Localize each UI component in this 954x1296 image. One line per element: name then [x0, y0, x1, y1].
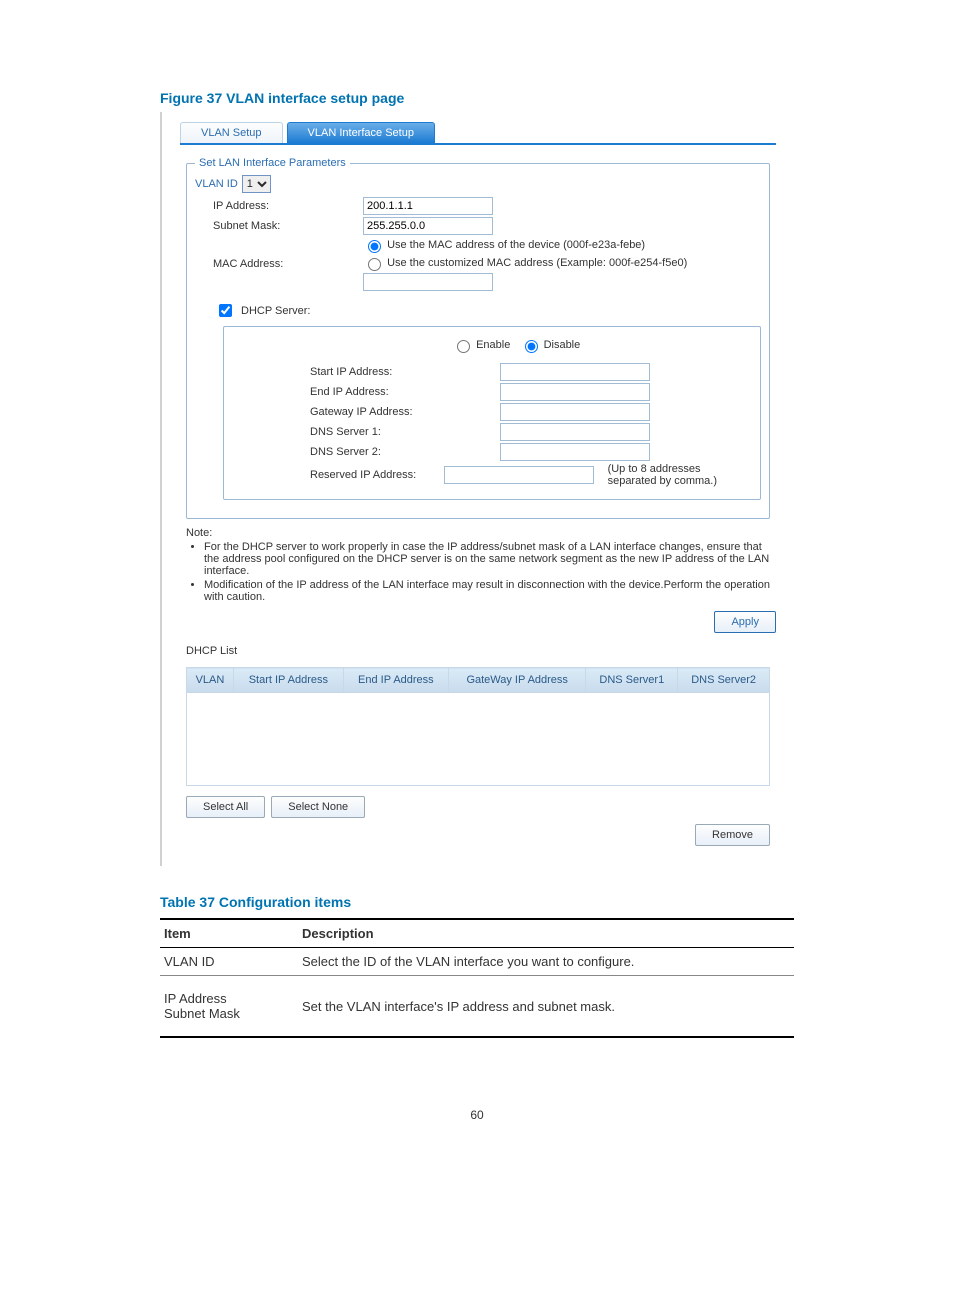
mac-custom-input[interactable] [363, 273, 493, 291]
tab-vlan-interface-setup[interactable]: VLAN Interface Setup [287, 122, 435, 143]
mac-device-radio[interactable] [368, 240, 381, 253]
reserved-ip-hint: (Up to 8 addresses separated by comma.) [608, 463, 752, 487]
select-none-button[interactable]: Select None [271, 796, 365, 818]
note-item-2: Modification of the IP address of the LA… [204, 579, 770, 603]
dhcp-list-title: DHCP List [162, 633, 794, 659]
dhcp-col-end[interactable]: End IP Address [343, 668, 448, 693]
table-title: Table 37 Configuration items [160, 894, 794, 910]
lan-params-fieldset: Set LAN Interface Parameters VLAN ID 1 I… [186, 157, 770, 519]
reserved-ip-label: Reserved IP Address: [232, 469, 444, 481]
screenshot-frame: VLAN Setup VLAN Interface Setup Set LAN … [160, 112, 794, 866]
dhcp-server-checkbox[interactable] [219, 304, 232, 317]
panel: Set LAN Interface Parameters VLAN ID 1 I… [162, 145, 794, 519]
remove-button[interactable]: Remove [695, 824, 770, 846]
dns1-label: DNS Server 1: [232, 426, 500, 438]
dns2-input[interactable] [500, 443, 650, 461]
config-items-table: Item Description VLAN ID Select the ID o… [160, 918, 794, 1038]
tab-vlan-setup[interactable]: VLAN Setup [180, 122, 283, 143]
mac-device-text: Use the MAC address of the device (000f-… [387, 239, 645, 251]
mac-custom-radio[interactable] [368, 258, 381, 271]
ip-address-label: IP Address: [195, 200, 363, 212]
subnet-mask-input[interactable] [363, 217, 493, 235]
dns2-label: DNS Server 2: [232, 446, 500, 458]
tabs: VLAN Setup VLAN Interface Setup [162, 116, 794, 143]
select-all-button[interactable]: Select All [186, 796, 265, 818]
dhcp-col-start[interactable]: Start IP Address [233, 668, 343, 693]
table-row: VLAN ID Select the ID of the VLAN interf… [160, 948, 794, 976]
config-r2-desc: Set the VLAN interface's IP address and … [298, 976, 794, 1038]
end-ip-label: End IP Address: [232, 386, 500, 398]
config-r1-item: VLAN ID [160, 948, 298, 976]
page-number: 60 [160, 1108, 794, 1122]
note-block: Note: For the DHCP server to work proper… [162, 523, 794, 607]
dhcp-server-label: DHCP Server: [241, 305, 310, 317]
start-ip-input[interactable] [500, 363, 650, 381]
dhcp-list-table: VLAN Start IP Address End IP Address Gat… [186, 667, 770, 786]
config-r2-items: IP Address Subnet Mask [160, 976, 298, 1038]
vlan-id-select[interactable]: 1 [242, 175, 271, 193]
table-row-empty [187, 693, 770, 786]
dhcp-enable-radio[interactable] [457, 340, 470, 353]
gateway-ip-input[interactable] [500, 403, 650, 421]
vlan-id-label: VLAN ID [195, 178, 238, 190]
dhcp-fieldset: Enable Disable Start IP Address: End IP … [223, 326, 761, 500]
gateway-ip-label: Gateway IP Address: [232, 406, 500, 418]
dhcp-disable-label: Disable [544, 339, 581, 351]
table-row: IP Address Subnet Mask Set the VLAN inte… [160, 976, 794, 1038]
mac-address-label: MAC Address: [195, 258, 363, 270]
dhcp-col-dns2[interactable]: DNS Server2 [678, 668, 770, 693]
end-ip-input[interactable] [500, 383, 650, 401]
note-item-1: For the DHCP server to work properly in … [204, 541, 770, 577]
dhcp-enable-label: Enable [476, 339, 510, 351]
dhcp-col-gateway[interactable]: GateWay IP Address [448, 668, 585, 693]
mac-custom-text: Use the customized MAC address (Example:… [387, 257, 687, 269]
note-heading: Note: [186, 527, 212, 539]
config-head-desc: Description [298, 919, 794, 948]
dhcp-col-vlan[interactable]: VLAN [187, 668, 234, 693]
reserved-ip-input[interactable] [444, 466, 594, 484]
config-head-item: Item [160, 919, 298, 948]
dns1-input[interactable] [500, 423, 650, 441]
apply-button[interactable]: Apply [714, 611, 776, 633]
config-r1-desc: Select the ID of the VLAN interface you … [298, 948, 794, 976]
lan-params-legend: Set LAN Interface Parameters [195, 157, 350, 169]
dhcp-disable-radio[interactable] [525, 340, 538, 353]
start-ip-label: Start IP Address: [232, 366, 500, 378]
figure-title: Figure 37 VLAN interface setup page [160, 90, 794, 106]
subnet-mask-label: Subnet Mask: [195, 220, 363, 232]
dhcp-col-dns1[interactable]: DNS Server1 [586, 668, 678, 693]
ip-address-input[interactable] [363, 197, 493, 215]
